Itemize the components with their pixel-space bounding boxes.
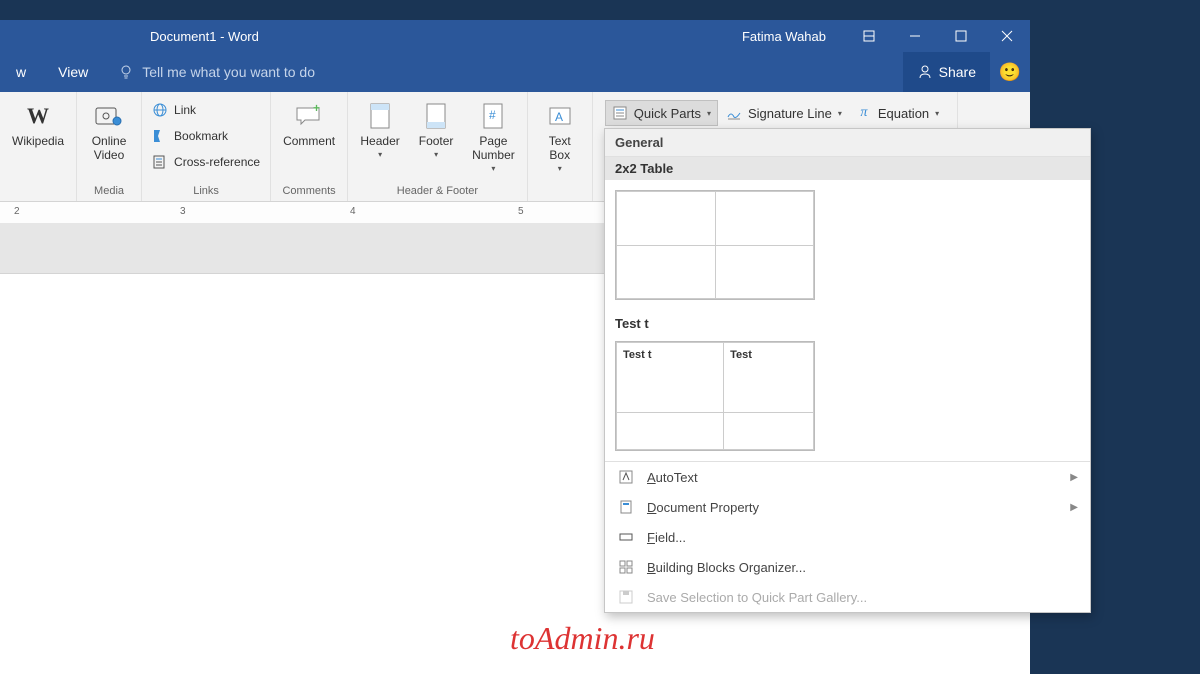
gallery-section-1-title: 2x2 Table bbox=[605, 157, 1090, 180]
watermark: toAdmin.ru bbox=[510, 620, 655, 657]
quick-parts-button[interactable]: Quick Parts ▾ bbox=[605, 100, 718, 126]
crossref-icon bbox=[152, 154, 168, 170]
user-name: Fatima Wahab bbox=[742, 29, 826, 44]
equation-icon: π bbox=[856, 105, 872, 121]
footer-icon bbox=[420, 100, 452, 132]
quickparts-icon bbox=[612, 105, 628, 121]
dropdown-header: General bbox=[605, 129, 1090, 157]
tell-me-search[interactable]: Tell me what you want to do bbox=[104, 64, 315, 80]
quick-parts-dropdown: General 2x2 Table Test t Test tTest Auto… bbox=[604, 128, 1091, 613]
comments-group-label: Comments bbox=[277, 183, 341, 201]
svg-text:#: # bbox=[489, 108, 496, 122]
save-selection-menu-item: Save Selection to Quick Part Gallery... bbox=[605, 582, 1090, 612]
chevron-down-icon: ▾ bbox=[707, 109, 711, 118]
field-menu-item[interactable]: Field... bbox=[605, 522, 1090, 552]
close-button[interactable] bbox=[984, 20, 1030, 52]
building-blocks-menu-item[interactable]: Building Blocks Organizer... bbox=[605, 552, 1090, 582]
tab-w[interactable]: w bbox=[0, 52, 42, 92]
chevron-right-icon: ▶ bbox=[1070, 502, 1078, 513]
chevron-down-icon: ▾ bbox=[935, 109, 939, 118]
minimize-button[interactable] bbox=[892, 20, 938, 52]
signature-icon bbox=[726, 105, 742, 121]
header-button[interactable]: Header ▾ bbox=[354, 96, 406, 182]
ribbon-display-options-button[interactable] bbox=[846, 20, 892, 52]
link-icon bbox=[152, 102, 168, 118]
footer-button[interactable]: Footer ▾ bbox=[410, 96, 462, 182]
comment-icon: + bbox=[293, 100, 325, 132]
wikipedia-button[interactable]: W Wikipedia bbox=[6, 96, 70, 182]
textbox-icon: A bbox=[544, 100, 576, 132]
text-box-button[interactable]: A Text Box ▾ bbox=[534, 96, 586, 182]
hf-group-label: Header & Footer bbox=[354, 183, 521, 201]
equation-button[interactable]: π Equation ▾ bbox=[850, 100, 945, 126]
gallery-item-2x2[interactable] bbox=[605, 180, 1090, 310]
chevron-down-icon: ▾ bbox=[378, 150, 382, 159]
chevron-down-icon: ▾ bbox=[838, 109, 842, 118]
header-icon bbox=[364, 100, 396, 132]
bookmark-button[interactable]: Bookmark bbox=[148, 124, 264, 148]
bookmark-icon bbox=[152, 128, 168, 144]
page-number-button[interactable]: # Page Number ▾ bbox=[466, 96, 521, 182]
bbo-icon bbox=[617, 558, 635, 576]
signature-line-button[interactable]: Signature Line ▾ bbox=[720, 100, 848, 126]
smiley-icon: 🙂 bbox=[999, 62, 1021, 83]
online-video-button[interactable]: Online Video bbox=[83, 96, 135, 182]
share-button[interactable]: Share bbox=[903, 52, 990, 92]
tab-view[interactable]: View bbox=[42, 52, 104, 92]
feedback-button[interactable]: 🙂 bbox=[990, 52, 1030, 92]
field-icon bbox=[617, 528, 635, 546]
titlebar: Document1 - Word Fatima Wahab bbox=[0, 20, 1030, 52]
links-group-label: Links bbox=[148, 183, 264, 201]
docprop-icon bbox=[617, 498, 635, 516]
svg-text:+: + bbox=[313, 104, 320, 115]
wikipedia-icon: W bbox=[22, 100, 54, 132]
media-group-label: Media bbox=[83, 183, 135, 201]
pagenum-icon: # bbox=[477, 100, 509, 132]
comment-button[interactable]: + Comment bbox=[277, 96, 341, 182]
video-icon bbox=[93, 100, 125, 132]
save-gallery-icon bbox=[617, 588, 635, 606]
chevron-down-icon: ▾ bbox=[491, 164, 495, 173]
cross-reference-button[interactable]: Cross-reference bbox=[148, 150, 264, 174]
autotext-menu-item[interactable]: AutoText ▶ bbox=[605, 462, 1090, 492]
gallery-item-test[interactable]: Test tTest bbox=[605, 337, 1090, 461]
link-button[interactable]: Link bbox=[148, 98, 264, 122]
maximize-button[interactable] bbox=[938, 20, 984, 52]
document-property-menu-item[interactable]: Document Property ▶ bbox=[605, 492, 1090, 522]
lightbulb-icon bbox=[118, 64, 134, 80]
chevron-down-icon: ▾ bbox=[434, 150, 438, 159]
share-icon bbox=[917, 64, 933, 80]
chevron-right-icon: ▶ bbox=[1070, 472, 1078, 483]
document-title: Document1 - Word bbox=[0, 29, 742, 44]
tab-bar: w View Tell me what you want to do Share… bbox=[0, 52, 1030, 92]
autotext-icon bbox=[617, 468, 635, 486]
chevron-down-icon: ▾ bbox=[558, 164, 562, 173]
gallery-section-2-title: Test t bbox=[605, 310, 1090, 337]
svg-text:A: A bbox=[555, 110, 563, 124]
